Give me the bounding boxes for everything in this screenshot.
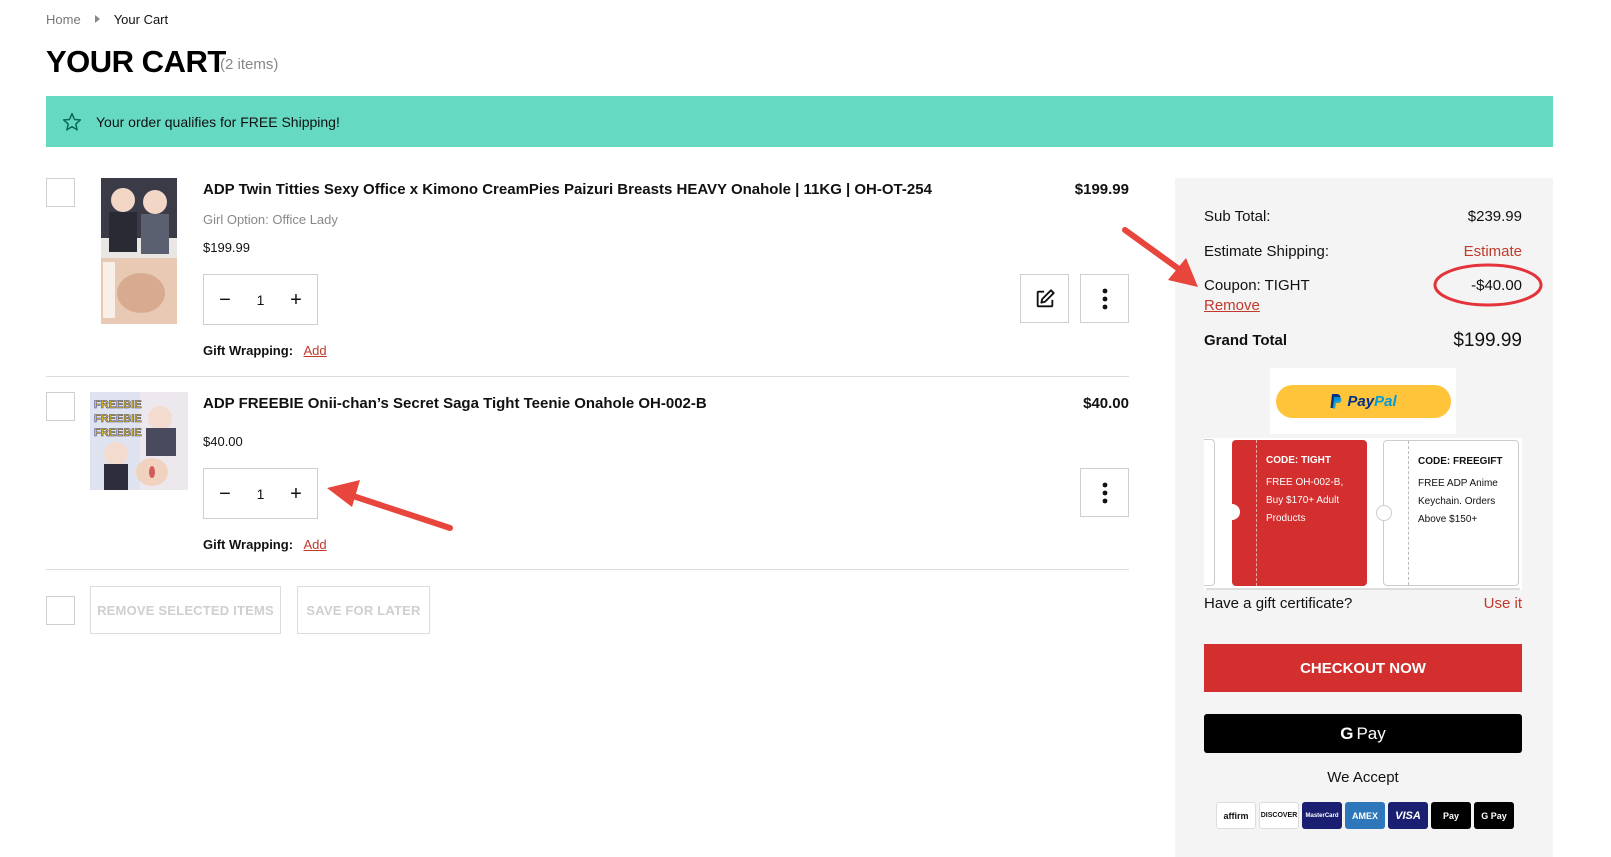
paypal-container: Pay Pal: [1270, 368, 1456, 434]
we-accept-title: We Accept: [1327, 769, 1399, 786]
coupon-perforation: [1256, 440, 1257, 586]
save-for-later-button[interactable]: SAVE FOR LATER: [297, 586, 430, 634]
more-vertical-icon: [1102, 482, 1107, 503]
google-pay-icon: G Pay: [1474, 802, 1514, 829]
apple-pay-icon: Pay: [1431, 802, 1471, 829]
chevron-right-icon: [94, 15, 100, 23]
quantity-stepper: − 1 +: [203, 468, 318, 519]
paypal-text-pal: Pal: [1374, 392, 1397, 410]
coupon-notch: [1224, 504, 1240, 520]
edit-item-button[interactable]: [1020, 274, 1069, 323]
coupon-notch: [1376, 505, 1392, 521]
visa-icon: VISA: [1388, 802, 1428, 829]
minus-icon[interactable]: −: [218, 290, 232, 310]
minus-icon[interactable]: −: [218, 484, 232, 504]
item-select-checkbox[interactable]: [46, 178, 75, 207]
plus-icon[interactable]: +: [289, 484, 303, 504]
google-g-icon: G: [1340, 723, 1354, 743]
coupon-card-freegift[interactable]: CODE: FREEGIFT FREE ADP Anime Keychain. …: [1376, 440, 1519, 586]
page-title: YOUR CART: [46, 44, 226, 79]
coupon-desc-line: Products: [1266, 513, 1306, 524]
subtotal-label: Sub Total:: [1204, 208, 1271, 225]
payment-methods: affirm DISCOVER MasterCard AMEX VISA Pay…: [1216, 802, 1514, 829]
freebie-text: FREEBIE: [94, 399, 142, 411]
edit-icon: [1036, 288, 1055, 307]
freebie-text: FREEBIE: [94, 427, 142, 439]
grand-total-value: $199.99: [1453, 330, 1522, 351]
quantity-stepper: − 1 +: [203, 274, 318, 325]
coupon-desc-line: Keychain. Orders: [1418, 496, 1496, 507]
quantity-value[interactable]: 1: [257, 486, 265, 502]
breadcrumb-current: Your Cart: [113, 11, 169, 27]
star-icon: [62, 112, 82, 131]
gift-wrapping-label: Gift Wrapping:: [203, 537, 294, 552]
coupon-desc-line: Above $150+: [1418, 514, 1478, 525]
breadcrumb: Home Your Cart: [46, 10, 168, 28]
discover-icon: DISCOVER: [1259, 802, 1299, 829]
option-value: Office Lady: [272, 212, 338, 227]
subtotal-value: $239.99: [1467, 208, 1522, 225]
mastercard-icon: MasterCard: [1302, 802, 1342, 829]
item-line-price: $40.00: [1083, 395, 1129, 412]
gift-certificate-label: Have a gift certificate?: [1204, 595, 1353, 612]
paypal-text-pay: Pay: [1347, 392, 1375, 410]
amex-icon: AMEX: [1345, 802, 1385, 829]
coupon-desc-line: Buy $170+ Adult: [1266, 495, 1340, 506]
breadcrumb-home-link[interactable]: Home: [46, 12, 81, 27]
plus-icon[interactable]: +: [289, 290, 303, 310]
product-image[interactable]: FREEBIE FREEBIE FREEBIE: [90, 392, 188, 490]
item-count: (2 items): [220, 56, 279, 73]
item-select-checkbox[interactable]: [46, 392, 75, 421]
gift-wrapping-label: Gift Wrapping:: [203, 343, 294, 358]
coupon-card-tight[interactable]: CODE: TIGHT FREE OH-002-B, Buy $170+ Adu…: [1224, 440, 1367, 586]
select-all-checkbox[interactable]: [46, 596, 75, 625]
gpay-label: Pay: [1356, 723, 1386, 743]
divider: [46, 569, 1129, 570]
product-image[interactable]: [101, 178, 177, 324]
coupon-carousel: CODE: TIGHT FREE OH-002-B, Buy $170+ Adu…: [1204, 438, 1522, 590]
item-name[interactable]: ADP Twin Titties Sexy Office x Kimono Cr…: [203, 181, 932, 198]
gift-wrapping-add-link[interactable]: Add: [303, 343, 326, 358]
paypal-icon: [1330, 394, 1342, 409]
coupon-code: CODE: TIGHT: [1266, 455, 1331, 466]
more-vertical-icon: [1102, 288, 1107, 309]
more-options-button[interactable]: [1080, 274, 1129, 323]
banner-text: Your order qualifies for FREE Shipping!: [96, 113, 340, 130]
item-unit-price: $40.00: [203, 434, 243, 449]
coupon-desc-line: FREE OH-002-B,: [1266, 477, 1344, 488]
item-option: Girl Option: Office Lady: [203, 212, 338, 227]
shipping-label: Estimate Shipping:: [1204, 243, 1330, 260]
carousel-scrollbar[interactable]: [1206, 588, 1520, 590]
paypal-button[interactable]: Pay Pal: [1275, 384, 1451, 418]
option-label: Girl Option:: [203, 212, 269, 227]
annotation-arrow-icon: [327, 480, 453, 531]
coupon-perforation: [1408, 441, 1409, 585]
gift-wrapping-add-link[interactable]: Add: [303, 537, 326, 552]
gift-certificate-use-link[interactable]: Use it: [1422, 595, 1522, 612]
gift-wrapping: Gift Wrapping: Add: [203, 342, 327, 360]
coupon-code: CODE: FREEGIFT: [1418, 456, 1503, 467]
more-options-button[interactable]: [1080, 468, 1129, 517]
grand-total-label: Grand Total: [1204, 332, 1288, 349]
affirm-icon: affirm: [1216, 802, 1256, 829]
coupon-desc-line: FREE ADP Anime: [1418, 478, 1498, 489]
gift-wrapping: Gift Wrapping: Add: [203, 536, 327, 554]
divider: [46, 376, 1129, 377]
coupon-remove-link[interactable]: Remove: [1204, 297, 1260, 314]
item-name[interactable]: ADP FREEBIE Onii-chan’s Secret Saga Tigh…: [203, 395, 707, 412]
google-pay-button[interactable]: G Pay: [1204, 714, 1522, 753]
freebie-text: FREEBIE: [94, 413, 142, 425]
remove-selected-button[interactable]: REMOVE SELECTED ITEMS: [90, 586, 281, 634]
quantity-value[interactable]: 1: [257, 292, 265, 308]
free-shipping-banner: Your order qualifies for FREE Shipping!: [46, 96, 1553, 147]
estimate-shipping-link[interactable]: Estimate: [1372, 243, 1522, 260]
item-unit-price: $199.99: [203, 240, 250, 255]
coupon-value: -$40.00: [1471, 277, 1522, 294]
coupon-card-partial[interactable]: [1204, 439, 1215, 586]
item-line-price: $199.99: [1074, 181, 1129, 198]
checkout-now-button[interactable]: CHECKOUT NOW: [1204, 644, 1522, 692]
coupon-label: Coupon: TIGHT: [1204, 277, 1310, 294]
